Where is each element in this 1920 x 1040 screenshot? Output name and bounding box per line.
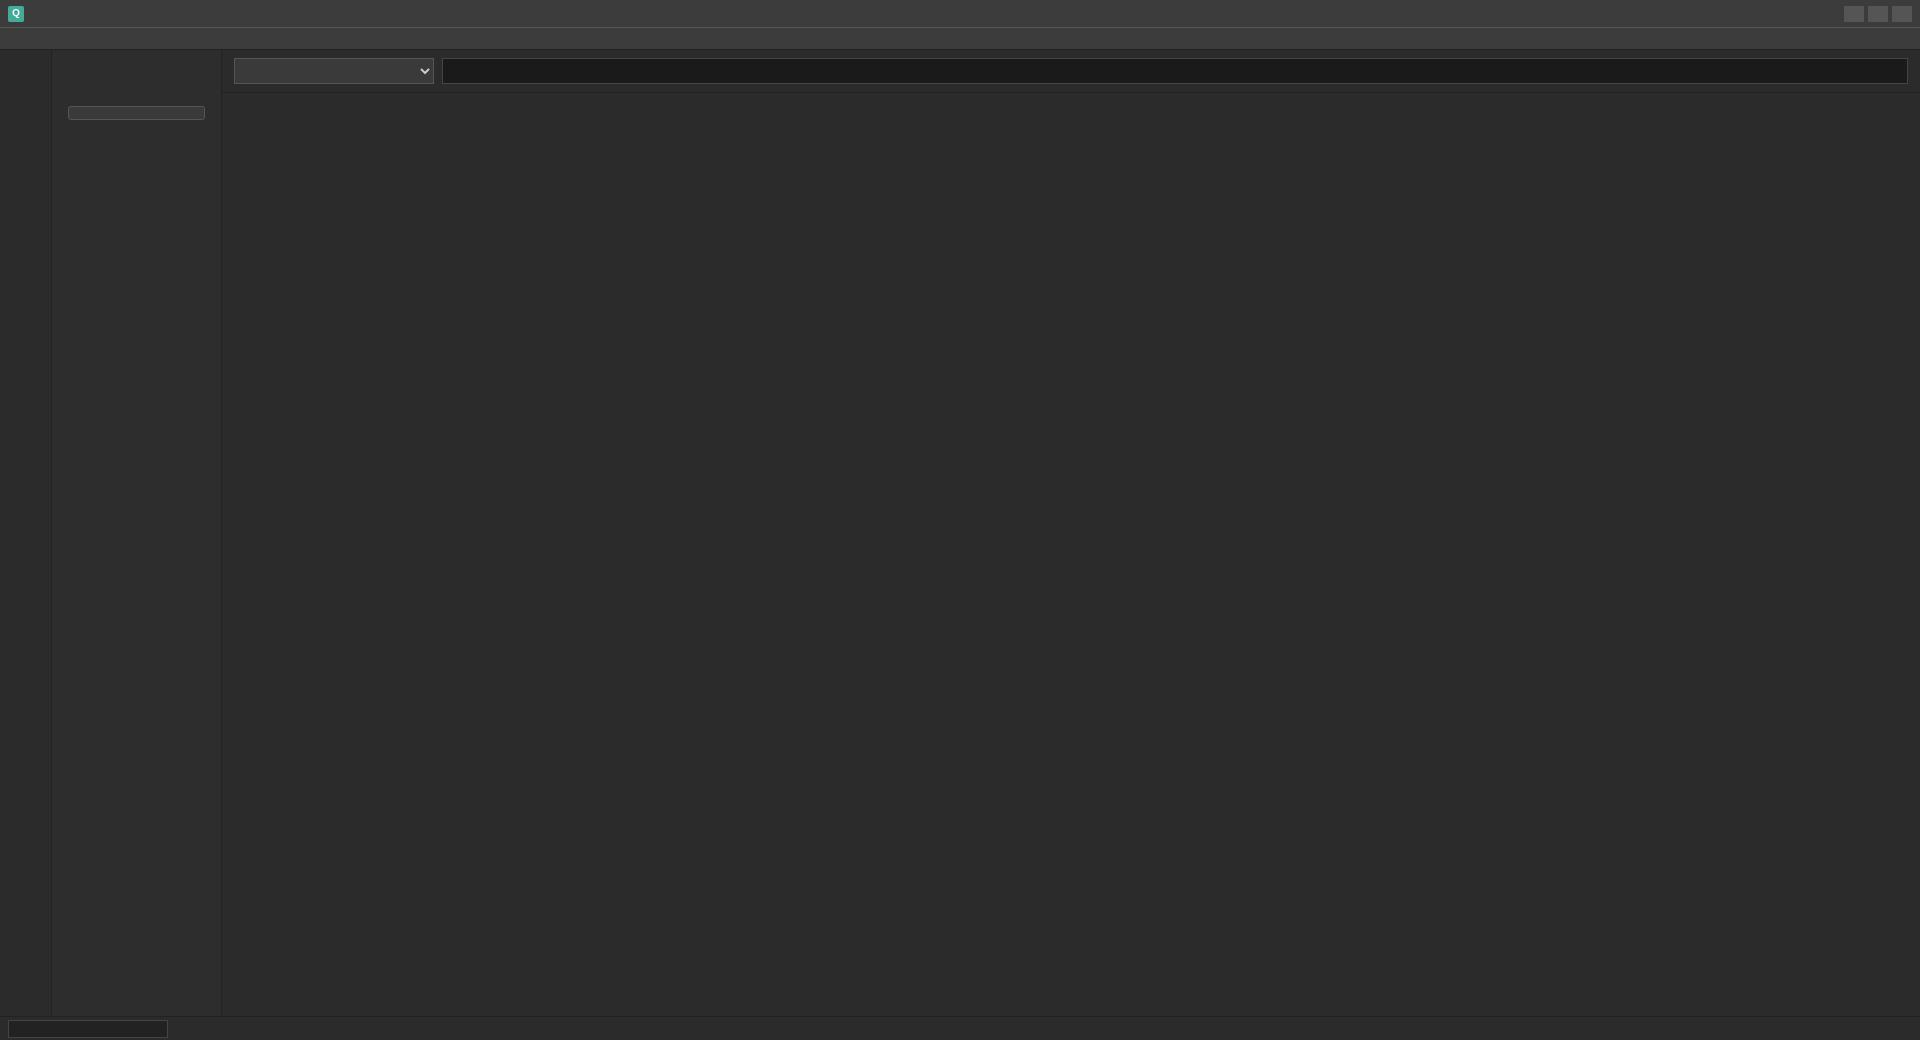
app-icon: Q — [8, 6, 24, 22]
examples-grid — [222, 93, 1920, 1016]
window-controls — [1844, 6, 1912, 22]
left-bottom-links — [60, 992, 213, 1008]
locate-input[interactable] — [8, 1020, 168, 1038]
content-toolbar — [222, 50, 1920, 93]
maximize-button[interactable] — [1868, 6, 1888, 22]
title-bar-left: Q — [8, 6, 30, 22]
minimize-button[interactable] — [1844, 6, 1864, 22]
icon-sidebar — [0, 50, 52, 1016]
get-started-button[interactable] — [68, 106, 205, 120]
left-panel — [52, 50, 222, 1016]
kit-selector[interactable] — [234, 58, 434, 84]
status-bar — [0, 1016, 1920, 1040]
search-input[interactable] — [442, 58, 1908, 84]
title-bar: Q — [0, 0, 1920, 28]
new-to-qt-section — [60, 82, 213, 128]
main-content — [222, 50, 1920, 1016]
menu-bar — [0, 28, 1920, 50]
close-button[interactable] — [1892, 6, 1912, 22]
